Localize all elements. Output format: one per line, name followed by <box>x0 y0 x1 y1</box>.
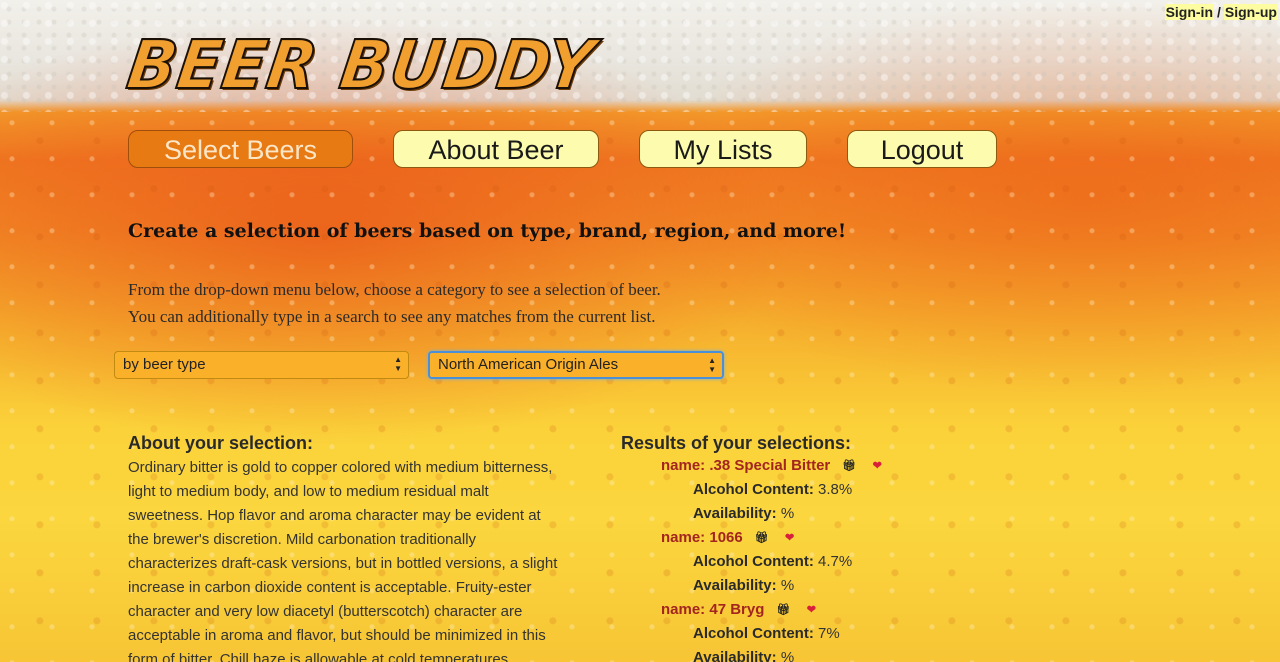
about-line: light to medium body, and low to medium … <box>128 483 489 500</box>
category-select[interactable]: by beer type ▲ ▼ <box>114 351 409 379</box>
availability-value: % <box>780 505 795 522</box>
availability-value: % <box>780 577 795 594</box>
about-title: About your selection: <box>128 433 314 453</box>
gift-icon[interactable]: 🎁︎ <box>755 526 769 550</box>
about-line: character and very low diacetyl (butters… <box>128 603 523 620</box>
site-logo[interactable]: BEER BUDDY <box>122 24 601 108</box>
availability: Availability: % <box>693 646 1021 662</box>
about-line: form of bitter. Chill haze is allowable … <box>128 651 513 662</box>
heart-icon[interactable]: ❤ <box>807 598 816 622</box>
about-description: Ordinary bitter is gold to copper colore… <box>128 456 598 662</box>
about-line: sweetness. Hop flavor and aroma characte… <box>128 507 541 524</box>
intro-text: From the drop-down menu below, choose a … <box>128 276 661 330</box>
signup-link[interactable]: Sign-up <box>1223 4 1278 20</box>
about-line: increase in carbon dioxide content is ac… <box>128 579 532 596</box>
availability-label: Availability: <box>693 505 777 522</box>
alcohol-label: Alcohol Content: <box>693 625 814 642</box>
page-headline: Create a selection of beers based on typ… <box>128 220 847 242</box>
result-name-value: .38 Special Bitter <box>709 457 831 474</box>
result-item: name: 1066 🎁︎ ❤ Alcohol Content: 4.7% Av… <box>661 526 1021 598</box>
gift-icon[interactable]: 🎁︎ <box>777 598 791 622</box>
result-name[interactable]: name: .38 Special Bitter 🎁︎ ❤ <box>661 454 1021 478</box>
alcohol-value: 4.7% <box>818 553 853 570</box>
availability-label: Availability: <box>693 649 777 662</box>
main-nav: Select Beers About Beer My Lists Logout <box>0 130 1280 170</box>
alcohol-label: Alcohol Content: <box>693 553 814 570</box>
nav-select-beers[interactable]: Select Beers <box>128 130 353 168</box>
signin-link[interactable]: Sign-in <box>1164 4 1214 20</box>
about-line: Ordinary bitter is gold to copper colore… <box>128 459 553 476</box>
result-name-value: 47 Bryg <box>709 601 765 618</box>
subcategory-select[interactable]: North American Origin Ales ▲ ▼ <box>428 351 724 379</box>
result-name[interactable]: name: 1066 🎁︎ ❤ <box>661 526 1021 550</box>
nav-logout[interactable]: Logout <box>847 130 997 168</box>
result-name-prefix: name: <box>661 601 706 618</box>
result-item: name: .38 Special Bitter 🎁︎ ❤ Alcohol Co… <box>661 454 1021 526</box>
result-name[interactable]: name: 47 Bryg 🎁︎ ❤ <box>661 598 1021 622</box>
select-arrows-icon: ▲ ▼ <box>394 355 402 373</box>
result-name-value: 1066 <box>709 529 743 546</box>
heart-icon[interactable]: ❤ <box>873 454 882 478</box>
alcohol-content: Alcohol Content: 7% <box>693 622 1021 646</box>
heart-icon[interactable]: ❤ <box>785 526 794 550</box>
nav-about-beer[interactable]: About Beer <box>393 130 599 168</box>
about-line: characterizes draft-cask versions, but i… <box>128 555 558 572</box>
intro-line-2: You can additionally type in a search to… <box>128 307 656 326</box>
result-name-prefix: name: <box>661 529 706 546</box>
availability-value: % <box>780 649 795 662</box>
auth-separator: / <box>1217 4 1221 20</box>
alcohol-content: Alcohol Content: 3.8% <box>693 478 1021 502</box>
availability-label: Availability: <box>693 577 777 594</box>
results-title: Results of your selections: <box>621 433 852 453</box>
about-selection: About your selection: Ordinary bitter is… <box>128 432 598 662</box>
alcohol-label: Alcohol Content: <box>693 481 814 498</box>
alcohol-content: Alcohol Content: 4.7% <box>693 550 1021 574</box>
results-section: Results of your selections: name: .38 Sp… <box>621 432 1021 662</box>
alcohol-value: 7% <box>818 625 840 642</box>
availability: Availability: % <box>693 574 1021 598</box>
alcohol-value: 3.8% <box>818 481 853 498</box>
about-line: the brewer's discretion. Mild carbonatio… <box>128 531 477 548</box>
availability: Availability: % <box>693 502 1021 526</box>
about-line: acceptable in aroma and flavor, but shou… <box>128 627 546 644</box>
category-select-value: by beer type <box>123 356 206 373</box>
gift-icon[interactable]: 🎁︎ <box>842 454 856 478</box>
result-name-prefix: name: <box>661 457 706 474</box>
select-arrows-icon: ▲ ▼ <box>708 356 716 374</box>
result-item: name: 47 Bryg 🎁︎ ❤ Alcohol Content: 7% A… <box>661 598 1021 662</box>
nav-my-lists[interactable]: My Lists <box>639 130 807 168</box>
subcategory-select-value: North American Origin Ales <box>438 356 619 373</box>
intro-line-1: From the drop-down menu below, choose a … <box>128 280 661 299</box>
auth-links: Sign-in / Sign-up <box>1164 4 1278 20</box>
